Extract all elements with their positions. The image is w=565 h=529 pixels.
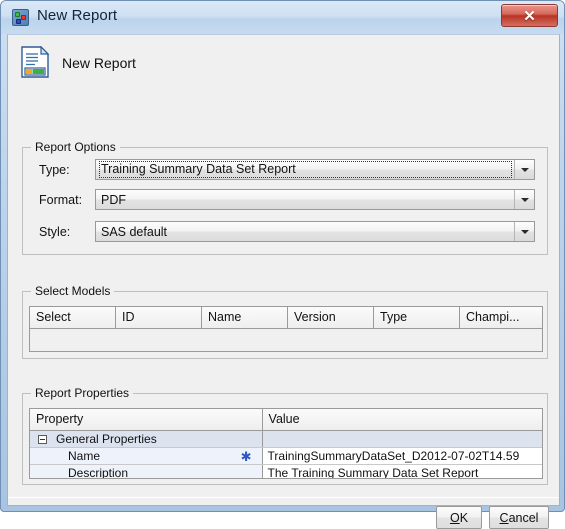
style-label: Style: [39, 225, 71, 239]
column-header-value[interactable]: Value [262, 409, 542, 430]
format-combobox[interactable]: PDF [95, 189, 535, 210]
select-models-legend: Select Models [31, 284, 115, 298]
cancel-button-label: ancel [508, 510, 539, 525]
ok-button-label: K [459, 510, 469, 525]
app-icon-dot-red [21, 15, 26, 20]
dialog-client-area: New Report Report Options Type: Training… [7, 34, 560, 529]
chevron-down-icon [520, 197, 529, 202]
type-label: Type: [39, 163, 70, 177]
table-row[interactable]: General Properties [30, 431, 542, 448]
app-icon-dot-blue [16, 19, 21, 24]
style-combobox-arrow[interactable] [514, 222, 534, 241]
column-header-property[interactable]: Property [30, 409, 263, 430]
report-document-icon [21, 46, 50, 78]
app-icon [12, 9, 29, 26]
report-options-legend: Report Options [31, 140, 120, 154]
column-header-version[interactable]: Version [288, 307, 374, 328]
property-name: General Properties [56, 432, 157, 446]
close-icon: ✕ [523, 7, 536, 25]
style-combobox-value: SAS default [101, 225, 168, 239]
properties-table-header: Property Value [30, 409, 542, 431]
value-cell[interactable]: TrainingSummaryDataSet_D2012-07-02T14.59 [262, 448, 542, 464]
footer-separator [8, 497, 559, 498]
chevron-down-icon [520, 229, 529, 234]
property-name: Description [68, 466, 129, 479]
type-combobox-arrow[interactable] [514, 160, 534, 179]
properties-table: Property Value General Properties Name ✱ [29, 408, 543, 479]
app-icon-dot-green [15, 12, 20, 17]
window-title: New Report [37, 7, 118, 24]
table-row[interactable]: Name ✱ TrainingSummaryDataSet_D2012-07-0… [30, 448, 542, 465]
style-combobox[interactable]: SAS default [95, 221, 535, 242]
report-properties-legend: Report Properties [31, 386, 134, 400]
type-combobox-value: Training Summary Data Set Report [99, 161, 512, 178]
property-cell: Name ✱ [30, 448, 263, 464]
report-properties-group: Report Properties Property Value General… [22, 386, 548, 485]
table-row[interactable]: Description The Training Summary Data Se… [30, 465, 542, 479]
close-button[interactable]: ✕ [501, 4, 558, 27]
models-table-body-empty[interactable] [30, 329, 542, 351]
column-header-name[interactable]: Name [202, 307, 288, 328]
required-asterisk-icon: ✱ [240, 449, 252, 464]
column-header-champion[interactable]: Champi... [460, 307, 542, 328]
cancel-button-mnemonic: C [499, 510, 509, 525]
chevron-down-icon [520, 167, 529, 172]
collapse-minus-icon[interactable] [38, 435, 47, 444]
property-cell: General Properties [30, 431, 263, 447]
dialog-header: New Report [8, 35, 559, 89]
select-models-group: Select Models Select ID Name Version Typ… [22, 284, 548, 359]
format-label: Format: [39, 193, 83, 207]
ok-button[interactable]: OK [436, 506, 482, 529]
property-cell: Description [30, 465, 263, 479]
value-cell [262, 431, 542, 447]
models-table-header: Select ID Name Version Type Champi... [30, 307, 542, 329]
column-header-type[interactable]: Type [374, 307, 460, 328]
value-cell[interactable]: The Training Summary Data Set Report [262, 465, 542, 478]
column-header-select[interactable]: Select [30, 307, 116, 328]
title-bar: New Report ✕ [1, 1, 564, 34]
property-name: Name [68, 449, 101, 463]
models-table: Select ID Name Version Type Champi... [29, 306, 543, 352]
format-combobox-arrow[interactable] [514, 190, 534, 209]
cancel-button[interactable]: Cancel [489, 506, 549, 529]
new-report-dialog: New Report ✕ New Report Report Options T… [0, 0, 565, 529]
format-combobox-value: PDF [101, 193, 126, 207]
dialog-header-title: New Report [62, 55, 136, 71]
column-header-id[interactable]: ID [116, 307, 202, 328]
report-options-group: Report Options Type: Training Summary Da… [22, 140, 548, 255]
ok-button-mnemonic: O [449, 510, 460, 525]
type-combobox[interactable]: Training Summary Data Set Report [95, 159, 535, 180]
